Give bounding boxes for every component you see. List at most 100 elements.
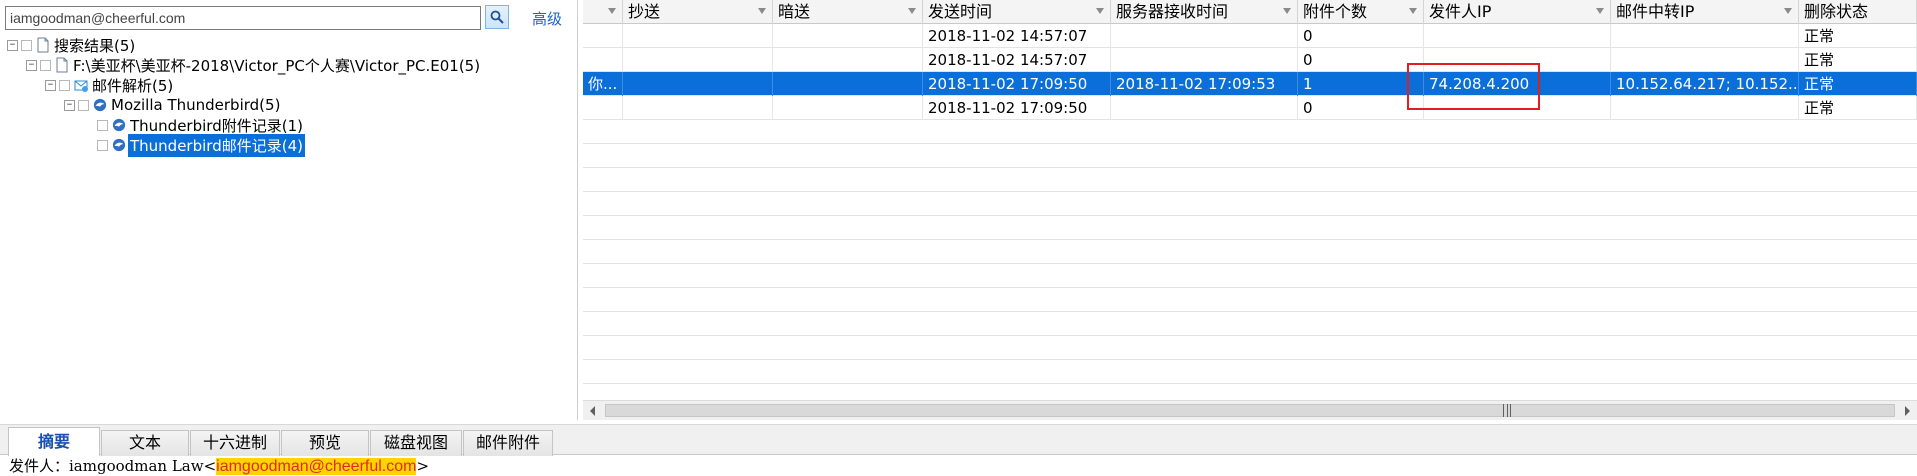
- filter-icon[interactable]: [1596, 8, 1604, 14]
- cell-recv-time: [1111, 96, 1298, 120]
- document-icon: [37, 37, 49, 53]
- column-header-relay-ip[interactable]: 邮件中转IP: [1611, 0, 1799, 24]
- tree-node-mail-parse[interactable]: − 邮件解析(5): [45, 74, 175, 96]
- filter-icon[interactable]: [908, 8, 916, 14]
- horizontal-scrollbar[interactable]: [583, 400, 1917, 420]
- detail-tabbar: 摘要 文本 十六进制 预览 磁盘视图 邮件附件: [0, 424, 1917, 456]
- tab-text[interactable]: 文本: [101, 430, 189, 456]
- empty-row: [583, 192, 1917, 216]
- document-icon: [56, 57, 68, 73]
- tree-pane: iamgoodman@cheerful.com 高级 − 搜索结果(5) − F…: [0, 0, 578, 420]
- advanced-search-link[interactable]: 高级: [532, 8, 562, 29]
- sender-suffix: >: [416, 457, 430, 475]
- column-header-bcc[interactable]: 暗送: [773, 0, 923, 24]
- chevron-right-icon: [1905, 405, 1910, 416]
- empty-row: [583, 312, 1917, 336]
- thunderbird-icon: [93, 98, 107, 112]
- column-header-sender-ip[interactable]: 发件人IP: [1424, 0, 1611, 24]
- chevron-left-icon: [590, 405, 595, 416]
- table-row-selected[interactable]: 你... 2018-11-02 17:09:50 2018-11-02 17:0…: [583, 72, 1917, 96]
- cell-cc: [623, 96, 773, 120]
- collapse-toggle[interactable]: −: [26, 59, 37, 71]
- column-header-status[interactable]: 删除状态: [1799, 0, 1917, 24]
- node-checkbox[interactable]: [97, 139, 108, 151]
- cell-send-time: 2018-11-02 17:09:50: [923, 72, 1111, 96]
- node-checkbox[interactable]: [21, 39, 32, 51]
- cell-sender-ip: [1424, 48, 1611, 72]
- cell-relay-ip: [1611, 48, 1799, 72]
- cell-cc: [623, 48, 773, 72]
- table-row[interactable]: 2018-11-02 14:57:07 0 正常: [583, 48, 1917, 72]
- cell-recv-time: [1111, 48, 1298, 72]
- cell-attach-count: 0: [1298, 24, 1424, 48]
- empty-row: [583, 360, 1917, 384]
- cell-first: [583, 96, 623, 120]
- cell-first: [583, 24, 623, 48]
- tab-hex[interactable]: 十六进制: [190, 430, 280, 456]
- table-row[interactable]: 2018-11-02 17:09:50 0 正常: [583, 96, 1917, 120]
- cell-recv-time: [1111, 24, 1298, 48]
- cell-sender-ip: 74.208.4.200: [1424, 72, 1611, 96]
- search-button[interactable]: [485, 5, 509, 29]
- cell-bcc: [773, 24, 923, 48]
- cell-bcc: [773, 48, 923, 72]
- column-header-first[interactable]: [583, 0, 623, 24]
- cell-status: 正常: [1799, 48, 1917, 72]
- cell-cc: [623, 24, 773, 48]
- empty-row: [583, 288, 1917, 312]
- empty-row: [583, 216, 1917, 240]
- node-checkbox[interactable]: [59, 79, 70, 91]
- tree-node-email-records[interactable]: Thunderbird邮件记录(4): [97, 133, 305, 157]
- node-checkbox[interactable]: [97, 119, 108, 131]
- filter-icon[interactable]: [1784, 8, 1792, 14]
- cell-attach-count: 1: [1298, 72, 1424, 96]
- collapse-toggle[interactable]: −: [7, 39, 18, 51]
- tab-disk-view[interactable]: 磁盘视图: [370, 430, 462, 456]
- email-grid: 抄送 暗送 发送时间 服务器接收时间 附件个数 发件人IP 邮件中转IP 删除状…: [583, 0, 1917, 420]
- empty-row: [583, 336, 1917, 360]
- cell-relay-ip: 10.152.64.217; 10.152...: [1611, 72, 1799, 96]
- thunderbird-icon: [112, 118, 126, 132]
- collapse-toggle[interactable]: −: [64, 99, 75, 111]
- cell-attach-count: 0: [1298, 96, 1424, 120]
- collapse-toggle[interactable]: −: [45, 79, 56, 91]
- empty-row: [583, 240, 1917, 264]
- empty-row: [583, 168, 1917, 192]
- search-icon: [490, 10, 504, 24]
- scroll-right-button[interactable]: [1897, 401, 1917, 420]
- cell-status: 正常: [1799, 24, 1917, 48]
- filter-icon[interactable]: [1283, 8, 1291, 14]
- cell-send-time: 2018-11-02 14:57:07: [923, 48, 1111, 72]
- cell-cc: [623, 72, 773, 96]
- scroll-left-button[interactable]: [583, 401, 603, 420]
- cell-sender-ip: [1424, 24, 1611, 48]
- cell-status: 正常: [1799, 72, 1917, 96]
- filter-icon[interactable]: [758, 8, 766, 14]
- sender-email[interactable]: iamgoodman@cheerful.com: [216, 458, 417, 475]
- cell-bcc: [773, 96, 923, 120]
- tab-mail-attachments[interactable]: 邮件附件: [463, 430, 553, 456]
- node-checkbox[interactable]: [40, 59, 51, 71]
- column-header-attach-count[interactable]: 附件个数: [1298, 0, 1424, 24]
- column-header-recv-time[interactable]: 服务器接收时间: [1111, 0, 1298, 24]
- tab-summary[interactable]: 摘要: [8, 427, 100, 456]
- search-input[interactable]: iamgoodman@cheerful.com: [5, 6, 481, 30]
- node-checkbox[interactable]: [78, 99, 89, 111]
- thunderbird-icon: [112, 138, 126, 152]
- filter-icon[interactable]: [1409, 8, 1417, 14]
- sender-detail-line: 发件人：iamgoodman Law<iamgoodman@cheerful.c…: [9, 457, 429, 476]
- cell-relay-ip: [1611, 96, 1799, 120]
- sender-prefix: 发件人：iamgoodman Law<: [9, 457, 217, 475]
- empty-row: [583, 264, 1917, 288]
- mail-parse-icon: [74, 80, 88, 92]
- cell-attach-count: 0: [1298, 48, 1424, 72]
- filter-icon[interactable]: [1096, 8, 1104, 14]
- filter-icon[interactable]: [608, 8, 616, 14]
- scrollbar-thumb[interactable]: [605, 404, 1895, 417]
- column-header-cc[interactable]: 抄送: [623, 0, 773, 24]
- cell-recv-time: 2018-11-02 17:09:53: [1111, 72, 1298, 96]
- table-row[interactable]: 2018-11-02 14:57:07 0 正常: [583, 24, 1917, 48]
- column-header-send-time[interactable]: 发送时间: [923, 0, 1111, 24]
- tree-node-label: Thunderbird邮件记录(4): [128, 133, 305, 157]
- tab-preview[interactable]: 预览: [281, 430, 369, 456]
